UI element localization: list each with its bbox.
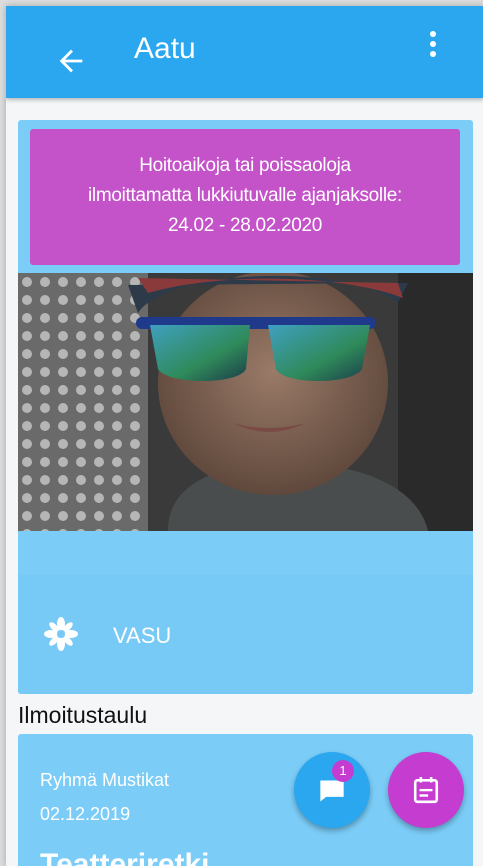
lock-notice: Hoitoaikoja tai poissaoloja ilmoittamatt… — [30, 129, 460, 265]
app-screen: Aatu Hoitoaikoja tai poissaoloja ilmoitt… — [6, 6, 483, 866]
child-photo-image — [18, 273, 473, 531]
calendar-icon — [413, 777, 439, 804]
more-options-button[interactable] — [424, 28, 442, 70]
more-vert-icon — [430, 31, 436, 37]
back-button[interactable] — [54, 44, 88, 78]
page-title: Aatu — [134, 32, 196, 65]
app-bar: Aatu — [6, 6, 483, 98]
notice-line-3: 24.02 - 28.02.2020 — [167, 215, 323, 236]
calendar-button[interactable] — [388, 752, 464, 828]
post-group: Ryhmä Mustikat — [40, 770, 170, 790]
flower-icon — [44, 617, 78, 651]
post-title: Teatteriretki — [40, 848, 210, 866]
notice-line-2: ilmoittamatta lukkiutuvalle ajanjaksolle… — [87, 185, 403, 206]
message-count-badge: 1 — [332, 760, 354, 782]
child-photo — [18, 273, 473, 531]
vasu-link[interactable]: VASU — [18, 575, 473, 694]
notice-board-heading: Ilmoitustaulu — [18, 702, 148, 728]
arrow-left-icon — [59, 49, 83, 73]
notice-line-1: Hoitoaikoja tai poissaoloja — [139, 155, 351, 176]
vasu-label: VASU — [113, 623, 172, 648]
post-date: 02.12.2019 — [40, 804, 131, 824]
messages-button[interactable]: 1 — [294, 752, 370, 828]
child-card: Hoitoaikoja tai poissaoloja ilmoittamatt… — [18, 120, 473, 694]
